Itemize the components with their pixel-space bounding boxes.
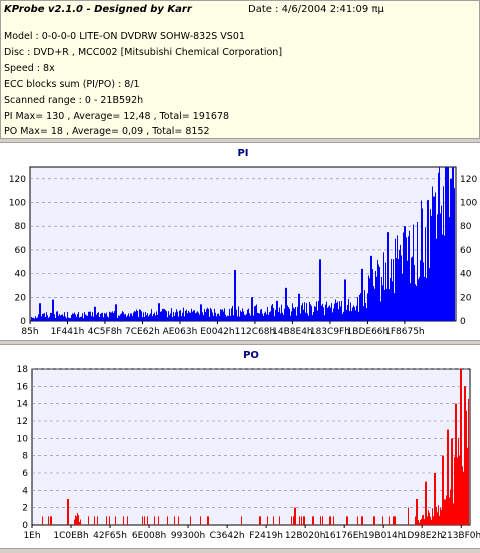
info-panel: KProbe v2.1.0 - Designed by Karr Date : … xyxy=(0,0,480,139)
po-chart: PO 0 2 4 6 8 10 12 14 16 18 1Eh 1C0EBh 42F65h 6E008h 99… xyxy=(17,350,480,541)
info-model: Model : 0-0-0-0 LITE-ON DVDRW SOHW-832S … xyxy=(4,31,245,42)
y-tick-label: 2 xyxy=(22,504,28,514)
y-tick-label: 20 xyxy=(15,293,27,303)
x-tick-label: 1F8675h xyxy=(385,327,425,337)
y-tick-label-right: 100 xyxy=(460,199,477,209)
chart-title: PI xyxy=(237,148,248,159)
po-chart-panel: PO 0 2 4 6 8 10 12 14 16 18 1Eh 1C0EBh 42F65h 6E008h 99… xyxy=(0,344,480,549)
y-tick-label: 0 xyxy=(22,521,28,531)
x-tick-label: 1BDE66h xyxy=(347,327,389,337)
y-tick-label: 0 xyxy=(20,317,26,327)
y-tick-label: 60 xyxy=(15,246,27,256)
y-tick-label-right: 0 xyxy=(460,317,466,327)
y-tick-label: 16 xyxy=(17,382,29,392)
scan-date: Date : 4/6/2004 2:41:09 πμ xyxy=(248,4,384,15)
y-tick-label: 120 xyxy=(9,175,26,185)
info-disc: Disc : DVD+R , MCC002 [Mitsubishi Chemic… xyxy=(4,47,283,58)
x-tick-label: AE063h xyxy=(163,327,198,337)
y-tick-label: 18 xyxy=(17,365,29,375)
x-tick-label: 6E008h xyxy=(132,531,166,541)
plot-area xyxy=(31,368,471,526)
x-tick-label: 19B014h xyxy=(363,531,404,541)
x-tick-label: 1Eh xyxy=(23,531,40,541)
y-tick-label: 80 xyxy=(15,222,27,232)
x-tick-label: F2419h xyxy=(249,531,283,541)
info-speed: Speed : 8x xyxy=(4,63,55,74)
y-tick-label: 12 xyxy=(17,417,28,427)
x-tick-label: 1C0EBh xyxy=(53,531,88,541)
x-tick-label: 112C68h xyxy=(235,327,276,337)
y-tick-label-right: 60 xyxy=(460,246,472,256)
pi-chart-panel: PI 0 0 20 20 40 40 60 60 80 80 100 100 120 120 85h 1F441… xyxy=(0,142,480,341)
x-tick-label: 12B020h xyxy=(285,531,326,541)
x-tick-label: 7CE62h xyxy=(125,327,160,337)
x-tick-label: 42F65h xyxy=(93,531,127,541)
x-tick-label: E0042h xyxy=(200,327,234,337)
y-tick-label: 6 xyxy=(22,469,28,479)
x-tick-label: C3642h xyxy=(210,531,245,541)
y-tick-label: 40 xyxy=(15,270,27,280)
y-tick-label: 8 xyxy=(22,452,28,462)
x-tick-label: 213BF0h xyxy=(441,531,480,541)
x-tick-label: 16176Eh xyxy=(324,531,364,541)
info-range: Scanned range : 0 - 21B592h xyxy=(4,95,144,106)
x-tick-label: 1D98E2h xyxy=(402,531,443,541)
x-tick-label: 99300h xyxy=(171,531,205,541)
pi-chart: PI 0 0 20 20 40 40 60 60 80 80 100 100 120 120 85h 1F441… xyxy=(9,148,478,337)
info-pi-stats: PI Max= 130 , Average= 12,48 , Total= 19… xyxy=(4,111,230,122)
y-tick-label: 10 xyxy=(17,434,29,444)
info-po-stats: PO Max= 18 , Average= 0,09 , Total= 8152 xyxy=(4,126,210,137)
y-tick-label: 100 xyxy=(9,199,26,209)
y-tick-label: 14 xyxy=(17,400,29,410)
x-tick-label: 1F441h xyxy=(51,327,85,337)
kprobe-window: KProbe v2.1.0 - Designed by Karr Date : … xyxy=(0,0,480,549)
y-tick-label-right: 40 xyxy=(460,270,472,280)
x-tick-label: 85h xyxy=(21,327,38,337)
y-tick-label-right: 120 xyxy=(460,175,477,185)
x-tick-label: 14B8E4h xyxy=(272,327,312,337)
chart-title: PO xyxy=(243,350,259,361)
app-title: KProbe v2.1.0 - Designed by Karr xyxy=(4,4,192,15)
info-ecc: ECC blocks sum (PI/PO) : 8/1 xyxy=(4,79,140,90)
x-tick-label: 4C5F8h xyxy=(88,327,122,337)
x-tick-label: 183C9Fh xyxy=(310,327,350,337)
y-tick-label: 4 xyxy=(22,486,28,496)
y-tick-label-right: 20 xyxy=(460,293,472,303)
y-tick-label-right: 80 xyxy=(460,222,472,232)
